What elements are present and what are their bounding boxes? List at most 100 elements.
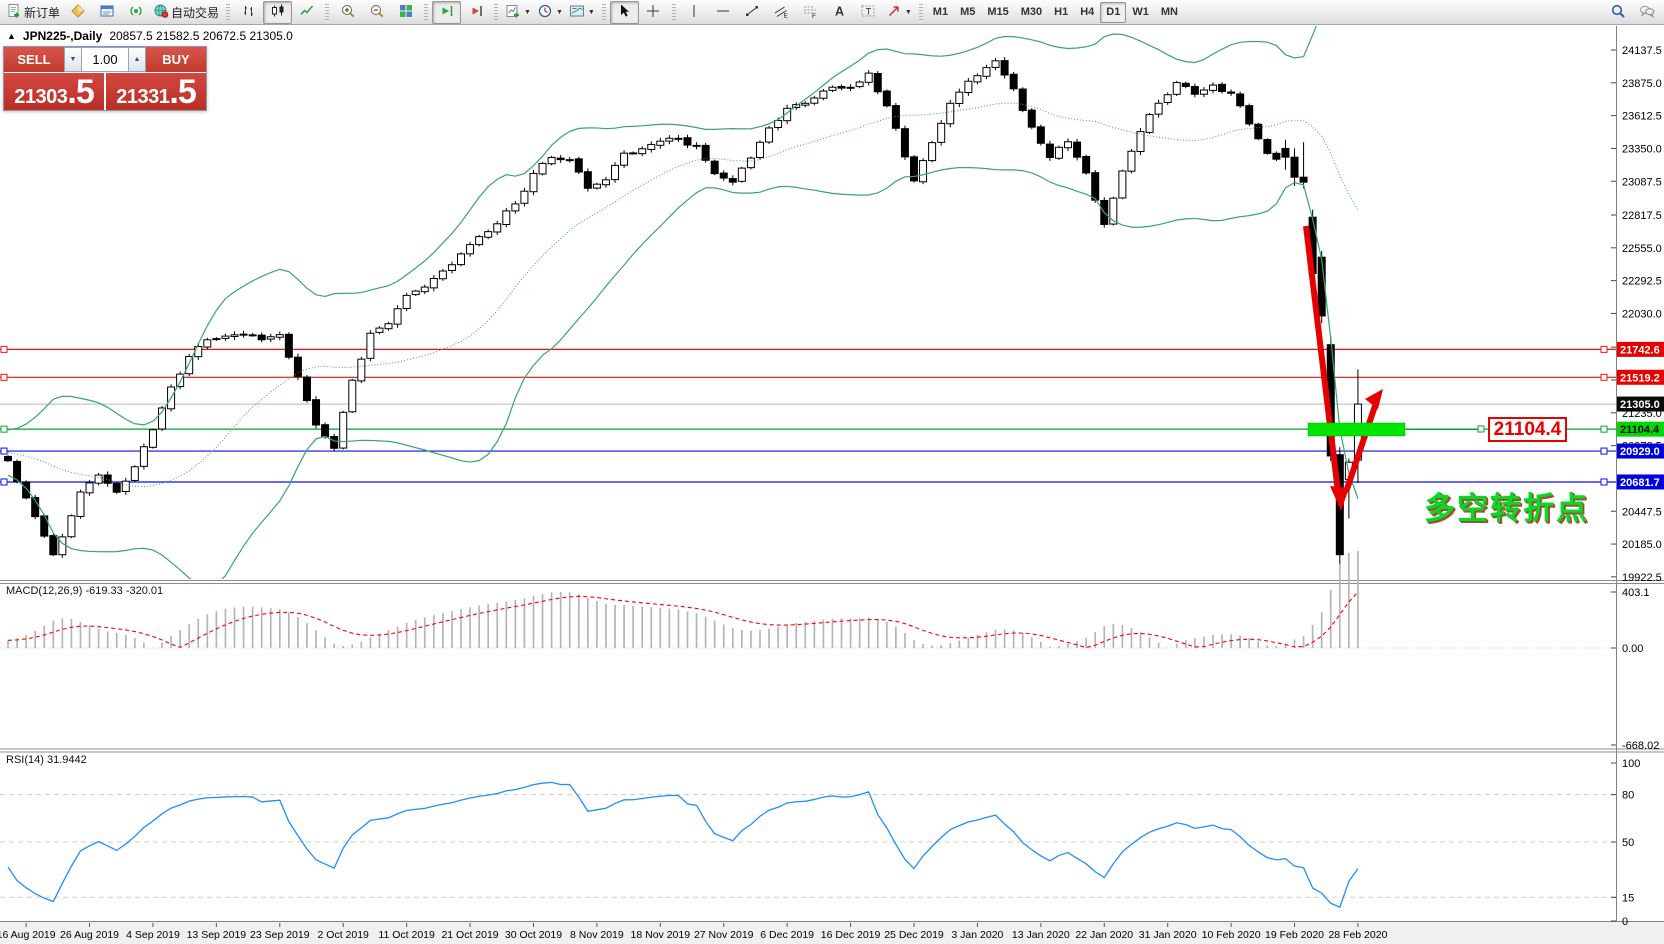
volume-increase-button[interactable]: ▲ bbox=[128, 47, 146, 72]
hline-anchor-square[interactable] bbox=[1, 346, 7, 352]
new-chart-icon bbox=[505, 3, 521, 22]
sell-button[interactable]: SELL bbox=[4, 47, 64, 72]
signals-icon bbox=[128, 3, 144, 22]
channel-tool-button[interactable]: E bbox=[767, 1, 796, 24]
arrows-tool-button[interactable]: ▼ bbox=[883, 1, 915, 24]
zoom-in-button[interactable] bbox=[333, 1, 362, 24]
period-selector-button[interactable]: ▼ bbox=[534, 1, 566, 24]
timeframe-m15-button[interactable]: M15 bbox=[981, 2, 1014, 23]
new-chart-dropdown-icon[interactable]: ▼ bbox=[524, 9, 531, 16]
zoom-in-icon bbox=[340, 3, 356, 22]
collapse-marker-icon[interactable]: ▲ bbox=[7, 31, 16, 41]
candle-body bbox=[1173, 83, 1180, 95]
zoom-out-button[interactable] bbox=[362, 1, 391, 24]
price-tick-label: 23087.5 bbox=[1622, 176, 1662, 188]
arrows-tool-dropdown-icon[interactable]: ▼ bbox=[905, 9, 912, 16]
timeframe-m1-button[interactable]: M1 bbox=[927, 2, 954, 23]
candle-body bbox=[566, 160, 573, 161]
line-chart-mode-button[interactable] bbox=[292, 1, 321, 24]
bar-chart-mode-button[interactable] bbox=[234, 1, 263, 24]
timeframe-m5-button[interactable]: M5 bbox=[954, 2, 981, 23]
hline-anchor-square[interactable] bbox=[1601, 479, 1607, 485]
hline-anchor-square[interactable] bbox=[1601, 346, 1607, 352]
community-chat-button[interactable] bbox=[1632, 1, 1661, 24]
candle-body bbox=[621, 153, 628, 165]
search-button[interactable] bbox=[1603, 1, 1632, 24]
candles-group bbox=[5, 57, 1362, 567]
candle-body bbox=[59, 537, 66, 555]
trendline-tool-button[interactable] bbox=[738, 1, 767, 24]
price-tick-label: 23875.0 bbox=[1622, 78, 1662, 90]
price-callout-box[interactable]: 21104.4 bbox=[1488, 417, 1567, 442]
candle-chart-mode-button[interactable] bbox=[263, 1, 292, 24]
fibonacci-tool-button[interactable]: F bbox=[796, 1, 825, 24]
candle-body bbox=[331, 437, 338, 449]
data-window-button[interactable] bbox=[92, 1, 121, 24]
market-watch-button[interactable] bbox=[63, 1, 92, 24]
chart-shift-icon bbox=[468, 3, 484, 22]
auto-scroll-button[interactable] bbox=[432, 1, 461, 24]
date-label: 30 Oct 2019 bbox=[505, 929, 562, 941]
candle-body bbox=[267, 337, 274, 339]
cursor-tool-icon bbox=[616, 3, 632, 22]
chart-canvas[interactable]: 24137.523875.023612.523350.023087.522817… bbox=[0, 0, 1664, 944]
hline-anchor-square[interactable] bbox=[1, 448, 7, 454]
volume-decrease-button[interactable]: ▼ bbox=[64, 47, 82, 72]
candle-body bbox=[421, 287, 428, 292]
candle-body bbox=[494, 224, 501, 232]
toolbar-separator bbox=[602, 4, 606, 21]
timeframe-mn-button[interactable]: MN bbox=[1155, 2, 1184, 23]
label-tool-button[interactable]: T bbox=[854, 1, 883, 24]
hline-tool-button[interactable] bbox=[709, 1, 738, 24]
candle-body bbox=[521, 191, 528, 203]
candle-body bbox=[367, 333, 374, 358]
text-tool-icon: A bbox=[831, 3, 847, 22]
hline-anchor-square[interactable] bbox=[1601, 426, 1607, 432]
svg-text:T: T bbox=[866, 6, 872, 16]
bar-chart-mode-icon bbox=[241, 3, 257, 22]
new-chart-button[interactable]: ▼ bbox=[502, 1, 534, 24]
timeframe-d1-button[interactable]: D1 bbox=[1100, 2, 1126, 23]
signals-button[interactable] bbox=[121, 1, 150, 24]
hline-anchor-square[interactable] bbox=[1, 479, 7, 485]
hline-anchor-square[interactable] bbox=[1, 374, 7, 380]
crosshair-tool-button[interactable] bbox=[639, 1, 668, 24]
buy-button[interactable]: BUY bbox=[146, 47, 206, 72]
candle-body bbox=[303, 377, 310, 401]
candle-body bbox=[1273, 153, 1280, 159]
turning-point-annotation[interactable]: 多空转折点 bbox=[1424, 483, 1589, 528]
period-selector-dropdown-icon[interactable]: ▼ bbox=[556, 9, 563, 16]
auto-trading-button[interactable]: 自动交易 bbox=[150, 1, 222, 24]
text-tool-button[interactable]: A bbox=[825, 1, 854, 24]
price-tick-label: 22555.0 bbox=[1622, 243, 1662, 255]
volume-input[interactable] bbox=[82, 47, 128, 72]
hline-anchor-square[interactable] bbox=[1601, 374, 1607, 380]
candle-body bbox=[1209, 85, 1216, 90]
hline-anchor-square[interactable] bbox=[1, 426, 7, 432]
buy-price[interactable]: 21331.5 bbox=[106, 73, 206, 110]
chart-snapshot-dropdown-icon[interactable]: ▼ bbox=[588, 9, 595, 16]
toolbar-separator bbox=[226, 4, 230, 21]
new-order-button[interactable]: 新订单 bbox=[3, 1, 63, 24]
timeframe-h4-button[interactable]: H4 bbox=[1074, 2, 1100, 23]
tile-windows-button[interactable] bbox=[391, 1, 420, 24]
candle-body bbox=[1200, 90, 1207, 94]
date-label: 31 Jan 2020 bbox=[1139, 929, 1197, 941]
timeframe-h1-button[interactable]: H1 bbox=[1048, 2, 1074, 23]
date-label: 16 Aug 2019 bbox=[0, 929, 56, 941]
candle-chart-mode-icon bbox=[270, 3, 286, 22]
candle-body bbox=[1065, 142, 1072, 148]
chart-shift-button[interactable] bbox=[461, 1, 490, 24]
price-tick-label: 20185.0 bbox=[1622, 539, 1662, 551]
green-support-band[interactable] bbox=[1308, 423, 1405, 436]
timeframe-w1-button[interactable]: W1 bbox=[1126, 2, 1155, 23]
timeframe-m30-button[interactable]: M30 bbox=[1015, 2, 1048, 23]
candle-body bbox=[956, 92, 963, 103]
cursor-tool-button[interactable] bbox=[610, 1, 639, 24]
hline-anchor-square[interactable] bbox=[1601, 448, 1607, 454]
chart-snapshot-button[interactable]: ▼ bbox=[566, 1, 598, 24]
callout-anchor-square[interactable] bbox=[1478, 426, 1484, 432]
vline-tool-button[interactable] bbox=[680, 1, 709, 24]
market-watch-icon bbox=[70, 3, 86, 22]
sell-price[interactable]: 21303.5 bbox=[4, 73, 104, 110]
